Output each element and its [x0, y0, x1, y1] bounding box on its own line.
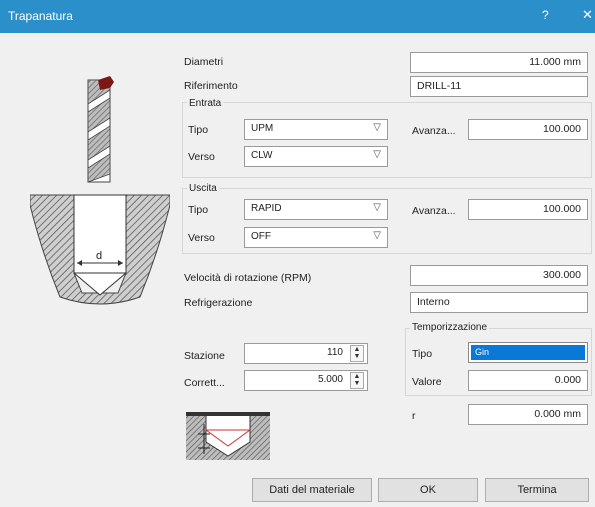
spin-down-icon[interactable]: ▼ — [351, 380, 363, 387]
entrata-avanza-field[interactable]: 100.000 — [468, 119, 588, 140]
title-bar: Trapanatura ? ✕ — [0, 0, 595, 33]
temporizzazione-legend: Temporizzazione — [410, 322, 490, 333]
diametri-label: Diametri — [184, 56, 224, 68]
entrata-legend: Entrata — [187, 98, 224, 109]
uscita-tipo-value: RAPID — [251, 203, 282, 214]
entrata-verso-select[interactable]: CLW ▽ — [244, 146, 388, 167]
temporizzazione-valore-field[interactable]: 0.000 — [468, 370, 588, 391]
entrata-tipo-select[interactable]: UPM ▽ — [244, 119, 388, 140]
uscita-avanza-label: Avanza... — [412, 205, 456, 217]
uscita-tipo-label: Tipo — [188, 204, 209, 216]
correttore-value: 5.000 — [317, 374, 343, 385]
spin-down-icon[interactable]: ▼ — [351, 353, 363, 360]
uscita-tipo-select[interactable]: RAPID ▽ — [244, 199, 388, 220]
window-title: Trapanatura — [8, 9, 73, 23]
refrigerazione-select[interactable]: Interno — [410, 292, 588, 313]
retract-diagram — [186, 412, 270, 460]
dropdown-arrow-icon: ▽ — [373, 230, 381, 241]
riferimento-label: Riferimento — [184, 80, 238, 92]
refrigerazione-label: Refrigerazione — [184, 297, 253, 309]
r-field[interactable]: 0.000 mm — [468, 404, 588, 425]
stazione-spin-buttons[interactable]: ▲ ▼ — [350, 345, 364, 362]
correttore-spin-buttons[interactable]: ▲ ▼ — [350, 372, 364, 389]
uscita-verso-select[interactable]: OFF ▽ — [244, 227, 388, 248]
uscita-verso-label: Verso — [188, 232, 215, 244]
drill-bit-illustration — [87, 76, 114, 183]
dropdown-arrow-icon: ▽ — [373, 149, 381, 160]
spin-up-icon[interactable]: ▲ — [351, 373, 363, 380]
stazione-spinner[interactable]: 110 ▲ ▼ — [244, 343, 368, 364]
uscita-avanza-field[interactable]: 100.000 — [468, 199, 588, 220]
stazione-label: Stazione — [184, 350, 225, 362]
stazione-value: 110 — [327, 347, 343, 358]
velocita-label: Velocità di rotazione (RPM) — [184, 272, 312, 284]
temporizzazione-tipo-value: Gin — [471, 345, 585, 360]
correttore-spinner[interactable]: 5.000 ▲ ▼ — [244, 370, 368, 391]
termina-button[interactable]: Termina — [485, 478, 589, 502]
spin-up-icon[interactable]: ▲ — [351, 346, 363, 353]
ok-button[interactable]: OK — [378, 478, 478, 502]
riferimento-field[interactable]: DRILL-11 — [410, 76, 588, 97]
dropdown-arrow-icon: ▽ — [373, 122, 381, 133]
uscita-verso-value: OFF — [251, 231, 271, 242]
entrata-verso-label: Verso — [188, 151, 215, 163]
correttore-label: Corrett... — [184, 377, 225, 389]
temporizzazione-valore-label: Valore — [412, 376, 442, 388]
velocita-field[interactable]: 300.000 — [410, 265, 588, 286]
diametri-field[interactable]: 11.000 mm — [410, 52, 588, 73]
entrata-tipo-label: Tipo — [188, 124, 209, 136]
dropdown-arrow-icon: ▽ — [373, 202, 381, 213]
help-button[interactable]: ? — [542, 8, 549, 22]
material-data-button[interactable]: Dati del materiale — [252, 478, 372, 502]
temporizzazione-tipo-label: Tipo — [412, 348, 433, 360]
diameter-label: d — [96, 250, 102, 262]
entrata-avanza-label: Avanza... — [412, 125, 456, 137]
hole-diagram: d — [30, 194, 170, 305]
entrata-tipo-value: UPM — [251, 123, 274, 134]
r-label: r — [412, 410, 416, 422]
close-button[interactable]: ✕ — [582, 7, 593, 23]
drill-tip-marker — [98, 76, 114, 90]
temporizzazione-tipo-select[interactable]: Gin — [468, 342, 588, 363]
entrata-verso-value: CLW — [251, 150, 273, 161]
uscita-legend: Uscita — [187, 183, 219, 194]
